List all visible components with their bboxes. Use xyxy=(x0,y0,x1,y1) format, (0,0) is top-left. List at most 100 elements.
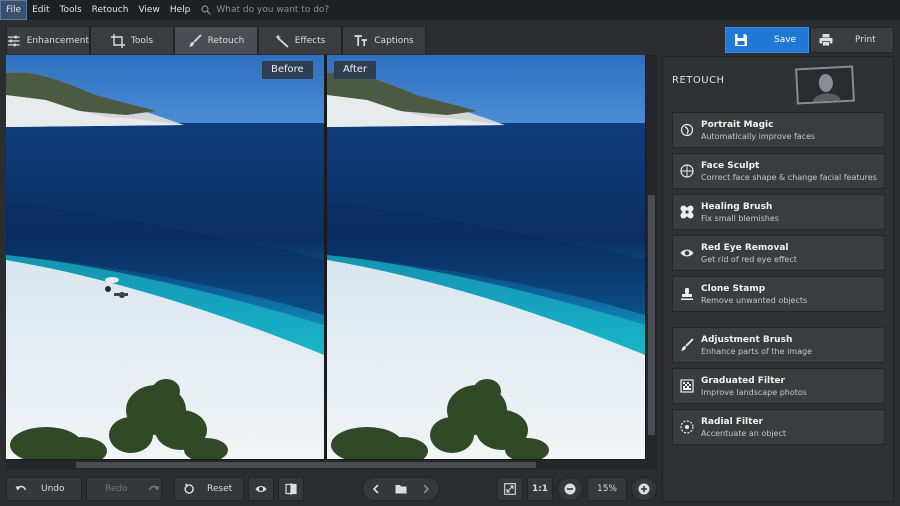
tab-label: Retouch xyxy=(207,35,245,46)
brush-icon xyxy=(189,33,202,47)
tool-face-sculpt[interactable]: Face Sculpt Correct face shape & change f… xyxy=(672,153,885,189)
text-icon xyxy=(354,34,368,46)
print-label: Print xyxy=(855,35,876,45)
tab-label: Tools xyxy=(130,35,154,46)
tab-effects[interactable]: Effects xyxy=(258,26,342,54)
radial-icon xyxy=(680,420,694,434)
panel-decoration-photo xyxy=(795,65,855,105)
eye-icon xyxy=(255,486,267,492)
navigation-group xyxy=(362,477,440,501)
tab-label: Captions xyxy=(374,35,414,46)
gradient-icon xyxy=(680,379,694,393)
tool-title: Portrait Magic xyxy=(701,119,774,130)
print-button[interactable]: Print xyxy=(810,27,894,53)
tool-clone-stamp[interactable]: Clone Stamp Remove unwanted objects xyxy=(672,276,885,312)
before-label: Before xyxy=(262,61,313,79)
redo-button[interactable]: Redo xyxy=(86,477,162,501)
photo-canvas[interactable]: Before After xyxy=(6,55,646,460)
zoom-level-display[interactable]: 15% xyxy=(587,477,627,501)
minus-icon xyxy=(564,483,576,495)
compare-icon xyxy=(285,483,297,495)
tab-enhancement[interactable]: Enhancement xyxy=(6,26,90,54)
magic-face-icon xyxy=(680,123,694,137)
redo-label: Redo xyxy=(105,484,128,494)
after-photo: After xyxy=(327,55,645,459)
floppy-disk-icon xyxy=(735,34,747,46)
plus-icon xyxy=(638,483,650,495)
eye-icon xyxy=(680,249,694,257)
undo-icon xyxy=(15,485,27,491)
magic-wand-icon xyxy=(274,33,289,48)
chevron-right-icon[interactable] xyxy=(420,483,432,495)
reset-icon xyxy=(184,483,194,494)
zoom-out-button[interactable] xyxy=(557,477,583,501)
bandage-icon xyxy=(680,205,694,219)
sliders-icon xyxy=(7,35,20,46)
tool-graduated-filter[interactable]: Graduated Filter Improve landscape photos xyxy=(672,368,885,404)
tool-title: Radial Filter xyxy=(701,416,763,427)
save-button[interactable]: Save xyxy=(725,27,809,53)
tool-desc: Get rid of red eye effect xyxy=(701,254,797,264)
horizontal-scrollbar[interactable] xyxy=(6,460,657,470)
tool-title: Face Sculpt xyxy=(701,160,760,171)
beach-photo-after xyxy=(327,55,645,459)
menu-search[interactable]: What do you want to do? xyxy=(201,5,329,15)
menu-retouch[interactable]: Retouch xyxy=(87,0,134,20)
reset-button[interactable]: Reset xyxy=(174,477,244,501)
save-label: Save xyxy=(774,35,797,45)
tool-healing-brush[interactable]: Healing Brush Fix small blemishes xyxy=(672,194,885,230)
tool-radial-filter[interactable]: Radial Filter Accentuate an object xyxy=(672,409,885,445)
tool-title: Graduated Filter xyxy=(701,375,785,386)
face-sculpt-icon xyxy=(680,164,694,178)
tool-title: Clone Stamp xyxy=(701,283,766,294)
tool-portrait-magic[interactable]: Portrait Magic Automatically improve face… xyxy=(672,112,885,148)
tool-red-eye-removal[interactable]: Red Eye Removal Get rid of red eye effect xyxy=(672,235,885,271)
scrollbar-thumb[interactable] xyxy=(76,462,536,468)
menu-help[interactable]: Help xyxy=(165,0,196,20)
menu-view[interactable]: View xyxy=(133,0,164,20)
compare-view-button[interactable] xyxy=(278,477,304,501)
tab-label: Effects xyxy=(294,35,326,46)
tool-desc: Correct face shape & change facial featu… xyxy=(701,172,877,182)
folder-icon[interactable] xyxy=(395,483,407,495)
tool-desc: Accentuate an object xyxy=(701,428,786,438)
tab-captions[interactable]: Captions xyxy=(342,26,426,54)
scrollbar-thumb[interactable] xyxy=(648,195,655,435)
search-placeholder: What do you want to do? xyxy=(216,5,330,15)
tool-desc: Improve landscape photos xyxy=(701,387,807,397)
before-photo: Before xyxy=(6,55,324,459)
tool-title: Healing Brush xyxy=(701,201,773,212)
tab-tools[interactable]: Tools xyxy=(90,26,174,54)
tool-title: Adjustment Brush xyxy=(701,334,793,345)
retouch-panel: RETOUCH Portrait Magic Automatically impr… xyxy=(662,56,894,502)
panel-title: RETOUCH xyxy=(672,75,725,86)
fit-to-screen-button[interactable] xyxy=(497,477,523,501)
menu-tools[interactable]: Tools xyxy=(55,0,87,20)
undo-label: Undo xyxy=(41,484,65,494)
tab-retouch[interactable]: Retouch xyxy=(174,26,258,54)
vertical-scrollbar[interactable] xyxy=(646,55,657,460)
chevron-left-icon[interactable] xyxy=(370,483,382,495)
tool-desc: Automatically improve faces xyxy=(701,131,816,141)
bottom-toolbar: Undo Redo Reset 1:1 15% xyxy=(0,472,660,506)
undo-button[interactable]: Undo xyxy=(6,477,82,501)
preview-toggle-button[interactable] xyxy=(248,477,274,501)
stamp-icon xyxy=(681,288,693,300)
menu-file[interactable]: File xyxy=(0,0,28,20)
beach-photo-before xyxy=(6,55,324,459)
tool-desc: Remove unwanted objects xyxy=(701,295,808,305)
printer-icon xyxy=(819,34,833,47)
main-tabs: Enhancement Tools Retouch Effects Captio… xyxy=(6,26,426,54)
menu-edit[interactable]: Edit xyxy=(27,0,54,20)
crop-icon xyxy=(110,33,125,48)
zoom-in-button[interactable] xyxy=(631,477,657,501)
tab-label: Enhancement xyxy=(26,35,89,46)
tool-adjustment-brush[interactable]: Adjustment Brush Enhance parts of the ima… xyxy=(672,327,885,363)
fit-screen-icon xyxy=(504,483,516,495)
menu-bar: File Edit Tools Retouch View Help What d… xyxy=(0,0,900,20)
tool-desc: Fix small blemishes xyxy=(701,213,779,223)
after-label: After xyxy=(334,61,377,79)
search-icon xyxy=(201,5,212,15)
actual-size-button[interactable]: 1:1 xyxy=(527,477,553,501)
redo-icon xyxy=(148,485,160,491)
